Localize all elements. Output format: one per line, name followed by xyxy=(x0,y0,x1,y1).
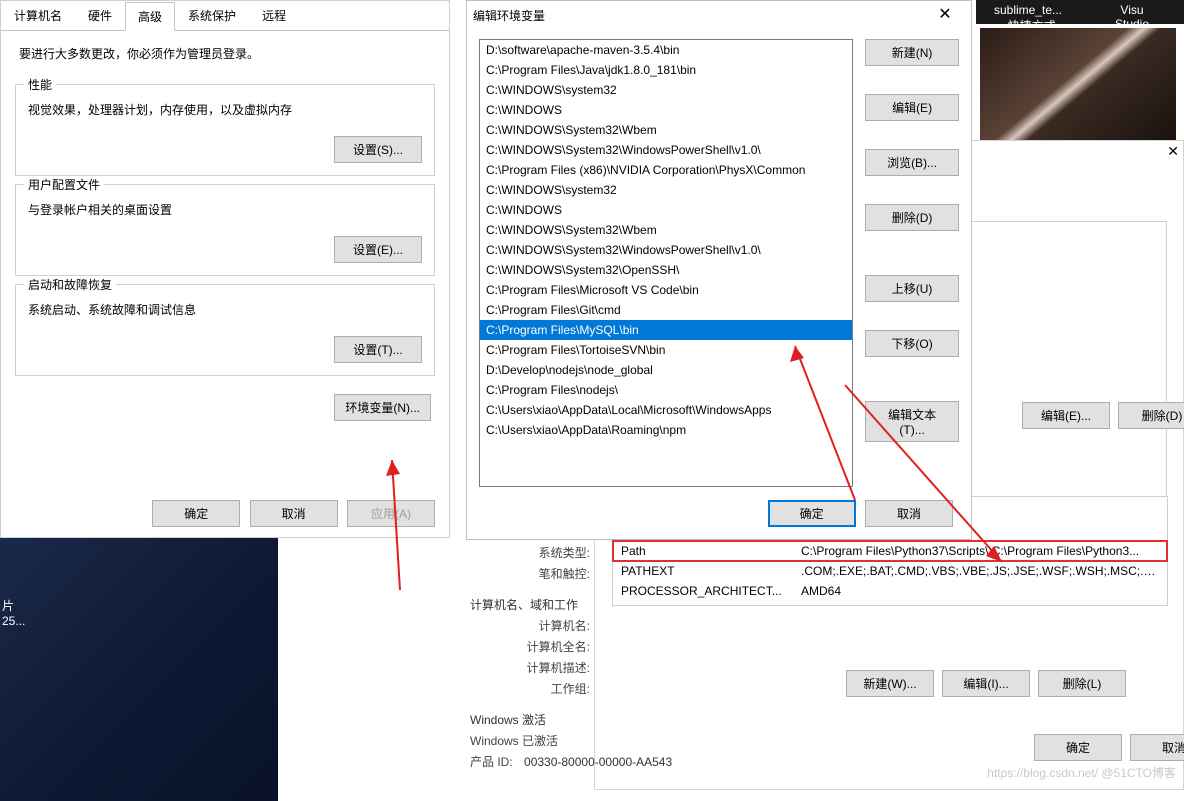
tab-remote[interactable]: 远程 xyxy=(249,1,299,30)
domain-header: 计算机名、域和工作 xyxy=(470,598,578,612)
performance-legend: 性能 xyxy=(24,76,56,93)
system-var-row[interactable]: PathC:\Program Files\Python37\Scripts\;C… xyxy=(613,541,1167,561)
sysprop-tabstrip: 计算机名 硬件 高级 系统保护 远程 xyxy=(1,1,449,31)
tab-advanced[interactable]: 高级 xyxy=(125,2,175,31)
system-var-row[interactable]: PROCESSOR_ARCHITECT...AMD64 xyxy=(613,581,1167,601)
path-row[interactable]: C:\WINDOWS\System32\WindowsPowerShell\v1… xyxy=(480,140,852,160)
path-row[interactable]: C:\WINDOWS\system32 xyxy=(480,180,852,200)
product-id: 00330-80000-00000-AA543 xyxy=(524,755,672,769)
path-row[interactable]: C:\WINDOWS\System32\WindowsPowerShell\v1… xyxy=(480,240,852,260)
user-var-delete-button[interactable]: 删除(D) xyxy=(1118,402,1184,429)
system-var-delete-button[interactable]: 删除(L) xyxy=(1038,670,1126,697)
admin-note: 要进行大多数更改，你必须作为管理员登录。 xyxy=(1,31,449,76)
performance-desc: 视觉效果，处理器计划，内存使用，以及虚拟内存 xyxy=(28,101,422,118)
envwin-cancel-button[interactable]: 取消 xyxy=(1130,734,1184,761)
tab-hardware[interactable]: 硬件 xyxy=(75,1,125,30)
path-row[interactable]: C:\WINDOWS\System32\Wbem xyxy=(480,220,852,240)
path-row[interactable]: C:\Program Files\Java\jdk1.8.0_181\bin xyxy=(480,60,852,80)
desktop-black-strip: sublime_te...- 快捷方式 VisuStudio xyxy=(976,0,1184,24)
sysprop-apply-button[interactable]: 应用(A) xyxy=(347,500,435,527)
user-profiles-desc: 与登录帐户相关的桌面设置 xyxy=(28,201,422,218)
path-row[interactable]: C:\Program Files\TortoiseSVN\bin xyxy=(480,340,852,360)
editvar-ok-button[interactable]: 确定 xyxy=(768,500,856,527)
user-profiles-legend: 用户配置文件 xyxy=(24,176,104,193)
startup-recovery-group: 启动和故障恢复 系统启动、系统故障和调试信息 设置(T)... xyxy=(15,284,435,376)
tab-computer-name[interactable]: 计算机名 xyxy=(1,1,75,30)
tab-system-protection[interactable]: 系统保护 xyxy=(175,1,249,30)
path-row[interactable]: C:\Program Files (x86)\NVIDIA Corporatio… xyxy=(480,160,852,180)
path-row[interactable]: C:\Program Files\Git\cmd xyxy=(480,300,852,320)
path-delete-button[interactable]: 删除(D) xyxy=(865,204,959,231)
path-row[interactable]: C:\Program Files\MySQL\bin xyxy=(480,320,852,340)
system-info-labels: 系统类型: 笔和触控: 计算机名、域和工作 计算机名: 计算机全名: 计算机描述… xyxy=(470,540,672,774)
path-row[interactable]: D:\Develop\nodejs\node_global xyxy=(480,360,852,380)
edit-environment-variable-dialog: 编辑环境变量 ✕ D:\software\apache-maven-3.5.4\… xyxy=(466,0,972,540)
path-edit-button[interactable]: 编辑(E) xyxy=(865,94,959,121)
system-var-row[interactable]: PATHEXT.COM;.EXE;.BAT;.CMD;.VBS;.VBE;.JS… xyxy=(613,561,1167,581)
path-new-button[interactable]: 新建(N) xyxy=(865,39,959,66)
user-profiles-settings-button[interactable]: 设置(E)... xyxy=(334,236,422,263)
wallpaper-caption-1: 片 xyxy=(2,599,14,613)
envwin-close-icon[interactable]: ✕ xyxy=(1167,143,1179,160)
system-var-new-button[interactable]: 新建(W)... xyxy=(846,670,934,697)
sysprop-ok-button[interactable]: 确定 xyxy=(152,500,240,527)
wallpaper-caption-2: 25... xyxy=(2,614,25,628)
path-row[interactable]: C:\Users\xiao\AppData\Local\Microsoft\Wi… xyxy=(480,400,852,420)
path-row[interactable]: C:\WINDOWS\system32 xyxy=(480,80,852,100)
path-row[interactable]: D:\software\apache-maven-3.5.4\bin xyxy=(480,40,852,60)
path-row[interactable]: C:\WINDOWS xyxy=(480,100,852,120)
path-row[interactable]: C:\WINDOWS\System32\OpenSSH\ xyxy=(480,260,852,280)
sysprop-cancel-button[interactable]: 取消 xyxy=(250,500,338,527)
path-row[interactable]: C:\WINDOWS xyxy=(480,200,852,220)
desktop-photo-thumbnail[interactable] xyxy=(980,28,1176,140)
environment-variables-button[interactable]: 环境变量(N)... xyxy=(334,394,431,421)
path-row[interactable]: C:\WINDOWS\System32\Wbem xyxy=(480,120,852,140)
path-row[interactable]: C:\Program Files\Microsoft VS Code\bin xyxy=(480,280,852,300)
editvar-close-icon[interactable]: ✕ xyxy=(925,6,965,24)
system-properties-window: 计算机名 硬件 高级 系统保护 远程 要进行大多数更改，你必须作为管理员登录。 … xyxy=(0,0,450,538)
watermark-text: https://blog.csdn.net/ @51CTO博客 xyxy=(987,764,1176,781)
path-browse-button[interactable]: 浏览(B)... xyxy=(865,149,959,176)
performance-settings-button[interactable]: 设置(S)... xyxy=(334,136,422,163)
user-var-edit-button[interactable]: 编辑(E)... xyxy=(1022,402,1110,429)
activate-header: Windows 激活 xyxy=(470,713,546,727)
user-profiles-group: 用户配置文件 与登录帐户相关的桌面设置 设置(E)... xyxy=(15,184,435,276)
path-listbox[interactable]: D:\software\apache-maven-3.5.4\binC:\Pro… xyxy=(479,39,853,487)
system-var-edit-button[interactable]: 编辑(I)... xyxy=(942,670,1030,697)
path-row[interactable]: C:\Program Files\nodejs\ xyxy=(480,380,852,400)
startup-recovery-settings-button[interactable]: 设置(T)... xyxy=(334,336,422,363)
editvar-title: 编辑环境变量 xyxy=(473,7,545,24)
startup-recovery-desc: 系统启动、系统故障和调试信息 xyxy=(28,301,422,318)
path-row[interactable]: C:\Users\xiao\AppData\Roaming\npm xyxy=(480,420,852,440)
path-edit-text-button[interactable]: 编辑文本(T)... xyxy=(865,401,959,442)
desktop-wallpaper-fragment: 片 25... xyxy=(0,525,278,801)
performance-group: 性能 视觉效果，处理器计划，内存使用，以及虚拟内存 设置(S)... xyxy=(15,84,435,176)
editvar-cancel-button[interactable]: 取消 xyxy=(865,500,953,527)
path-move-down-button[interactable]: 下移(O) xyxy=(865,330,959,357)
path-move-up-button[interactable]: 上移(U) xyxy=(865,275,959,302)
startup-recovery-legend: 启动和故障恢复 xyxy=(24,276,116,293)
envwin-ok-button[interactable]: 确定 xyxy=(1034,734,1122,761)
